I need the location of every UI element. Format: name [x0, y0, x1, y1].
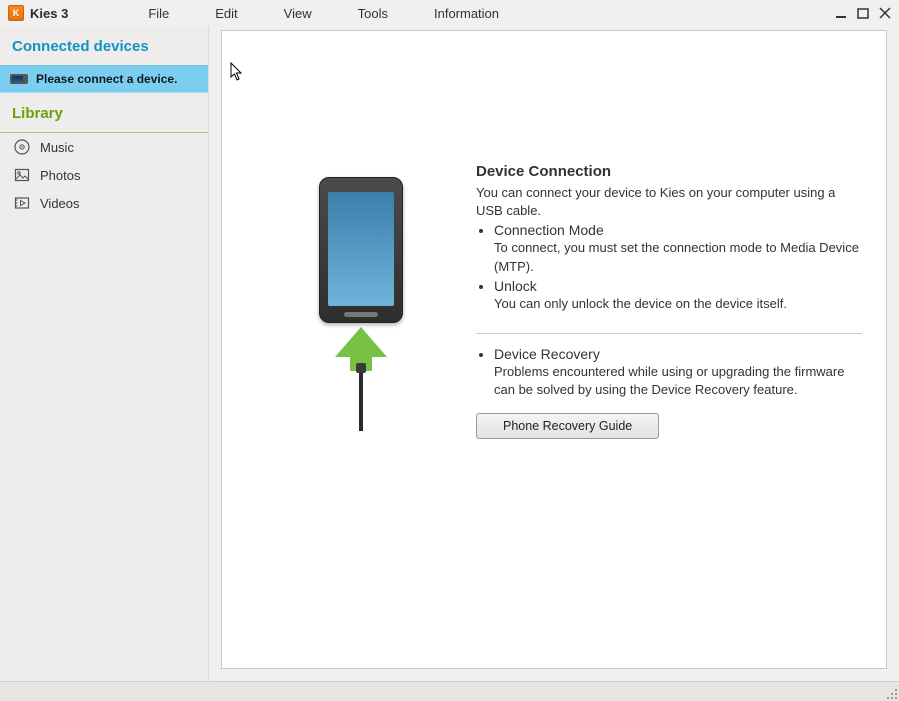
arrow-up-icon — [335, 327, 387, 357]
menu-tools[interactable]: Tools — [358, 6, 388, 21]
device-connection-heading: Device Connection — [476, 163, 862, 180]
menu-file[interactable]: File — [148, 6, 169, 21]
maximize-icon[interactable] — [857, 7, 869, 19]
phone-icon — [319, 177, 403, 323]
device-mini-icon — [10, 74, 28, 84]
close-icon[interactable] — [879, 7, 891, 19]
divider — [476, 333, 862, 334]
window-controls — [835, 7, 891, 19]
music-icon — [14, 139, 30, 155]
library-item-label: Music — [40, 140, 74, 155]
menu-edit[interactable]: Edit — [215, 6, 237, 21]
phone-recovery-guide-button[interactable]: Phone Recovery Guide — [476, 413, 659, 439]
menubar: File Edit View Tools Information — [148, 6, 499, 21]
library-item-label: Photos — [40, 168, 80, 183]
resize-grip[interactable] — [885, 687, 897, 699]
connect-device-row[interactable]: Please connect a device. — [0, 66, 208, 93]
connection-mode-text: To connect, you must set the connection … — [494, 239, 862, 275]
unlock-title: Unlock — [494, 278, 537, 294]
photos-icon — [14, 167, 30, 183]
videos-icon — [14, 195, 30, 211]
content-panel: Device Connection You can connect your d… — [221, 30, 887, 669]
menu-information[interactable]: Information — [434, 6, 499, 21]
device-illustration — [246, 67, 476, 644]
titlebar: K Kies 3 File Edit View Tools Informatio… — [0, 0, 899, 26]
info-section: Device Connection You can connect your d… — [476, 67, 862, 644]
library-item-music[interactable]: Music — [0, 133, 208, 161]
app-title: Kies 3 — [30, 6, 68, 21]
unlock-text: You can only unlock the device on the de… — [494, 295, 862, 313]
statusbar — [0, 681, 899, 701]
library-item-videos[interactable]: Videos — [0, 189, 208, 217]
connection-mode-title: Connection Mode — [494, 222, 604, 238]
library-header: Library — [0, 93, 208, 133]
device-recovery-title: Device Recovery — [494, 346, 600, 362]
menu-view[interactable]: View — [284, 6, 312, 21]
intro-text: You can connect your device to Kies on y… — [476, 184, 862, 220]
library-item-photos[interactable]: Photos — [0, 161, 208, 189]
app-icon: K — [8, 5, 24, 21]
connect-prompt-text: Please connect a device. — [36, 72, 177, 86]
connected-devices-header: Connected devices — [0, 26, 208, 66]
cable-icon — [359, 371, 363, 431]
minimize-icon[interactable] — [835, 7, 847, 19]
device-recovery-text: Problems encountered while using or upgr… — [494, 363, 862, 399]
sidebar: Connected devices Please connect a devic… — [0, 26, 209, 681]
library-item-label: Videos — [40, 196, 80, 211]
